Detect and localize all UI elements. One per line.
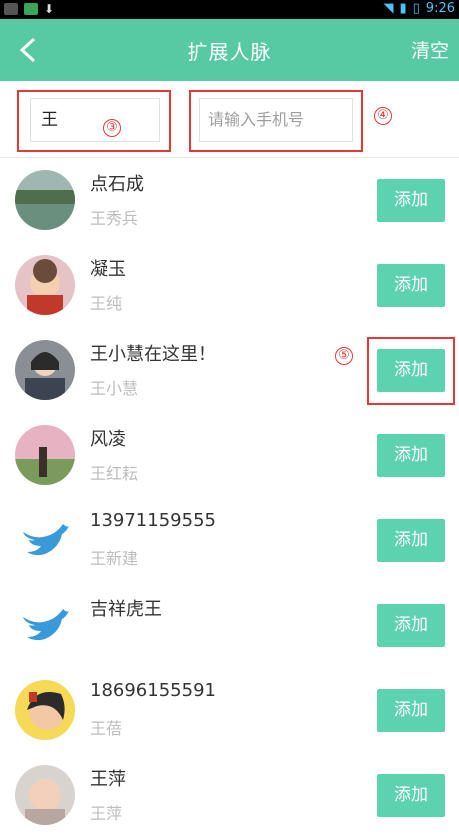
contact-name: 凝玉: [90, 259, 126, 280]
contact-subtitle: 王新建: [90, 549, 139, 568]
contact-subtitle: 王纯: [90, 294, 123, 313]
contact-subtitle: 王萍: [90, 804, 123, 823]
list-item: 王萍 王萍 添加: [0, 753, 459, 838]
avatar: [15, 680, 75, 740]
add-button-annotation: [367, 337, 455, 405]
add-button[interactable]: 添加: [377, 264, 445, 307]
wifi-icon: ◥: [383, 1, 394, 16]
download-icon: ⬇: [44, 2, 55, 16]
signal-icon: ▮: [399, 1, 407, 16]
add-button[interactable]: 添加: [377, 689, 445, 732]
contact-name: 王小慧在这里！: [90, 344, 216, 365]
annotation-marker: ③: [103, 119, 121, 137]
add-button[interactable]: 添加: [377, 604, 445, 647]
app-notification-icon: [24, 3, 38, 15]
annotation-marker: ⑤: [335, 347, 353, 365]
contact-name: 18696155591: [90, 680, 216, 701]
contact-subtitle: 王红耘: [90, 464, 139, 483]
list-item: 18696155591 王蓓 添加: [0, 668, 459, 753]
avatar: [15, 425, 75, 485]
list-item: 13971159555 王新建 添加: [0, 498, 459, 583]
add-button[interactable]: 添加: [377, 519, 445, 562]
contact-name: 吉祥虎王: [90, 599, 162, 620]
top-bar: 扩展人脉 清空: [0, 19, 459, 81]
battery-icon: ▯: [412, 1, 420, 16]
clear-button[interactable]: 清空: [411, 36, 449, 63]
avatar: [15, 510, 75, 570]
avatar: [15, 340, 75, 400]
contact-list: 点石成 王秀兵 添加 凝玉 王纯 添加 王小慧在这里！ 王小慧 添加 风凌 王红…: [0, 158, 459, 838]
list-item: 风凌 王红耘 添加: [0, 413, 459, 498]
clock: 9:26: [425, 1, 455, 16]
add-button[interactable]: 添加: [377, 179, 445, 222]
name-field-annotation: 王 ③: [17, 90, 171, 152]
phone-field-annotation: 请输入手机号: [189, 90, 363, 152]
add-button[interactable]: 添加: [377, 434, 445, 477]
contact-name: 13971159555: [90, 510, 216, 531]
contact-subtitle: 王小慧: [90, 379, 139, 398]
contact-subtitle: 王蓓: [90, 719, 123, 738]
list-item: 吉祥虎王 添加: [0, 583, 459, 668]
name-input[interactable]: 王: [30, 98, 160, 142]
phone-input[interactable]: 请输入手机号: [199, 98, 353, 142]
avatar: [15, 765, 75, 825]
annotation-marker: ④: [374, 107, 392, 125]
page-title: 扩展人脉: [187, 40, 272, 64]
avatar: [15, 255, 75, 315]
status-bar: ⬇ ◥ ▮ ▯ 9:26: [0, 0, 459, 19]
avatar: [15, 170, 75, 230]
list-item: 点石成 王秀兵 添加: [0, 158, 459, 243]
contact-subtitle: 王秀兵: [90, 209, 139, 228]
contact-name: 点石成: [90, 174, 144, 195]
notification-icon: [4, 3, 18, 15]
twitter-bird-icon: [23, 524, 69, 556]
avatar: [15, 595, 75, 655]
list-item: 凝玉 王纯 添加: [0, 243, 459, 328]
search-row: 王 ③ 请输入手机号 ④: [0, 81, 459, 158]
twitter-bird-icon: [23, 609, 69, 641]
contact-name: 王萍: [90, 769, 126, 790]
add-button[interactable]: 添加: [377, 774, 445, 817]
contact-name: 风凌: [90, 429, 126, 450]
